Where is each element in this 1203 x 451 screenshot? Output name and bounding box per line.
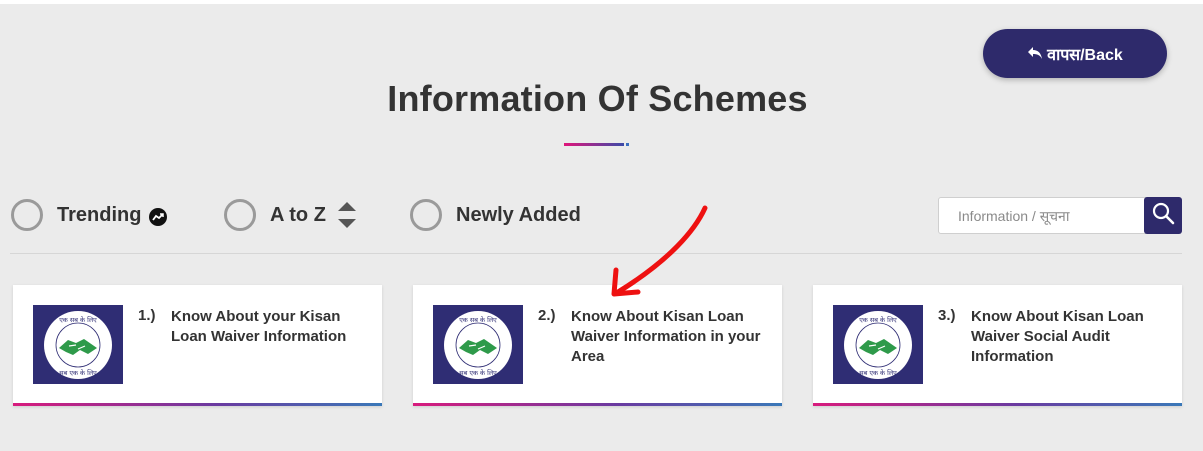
filter-newly-added-label: Newly Added (456, 203, 581, 226)
filter-divider (10, 253, 1182, 254)
filter-newly-added[interactable]: Newly Added (410, 199, 581, 231)
card-accent-bar (13, 403, 382, 406)
sort-icon[interactable] (337, 202, 356, 228)
newly-added-radio[interactable] (410, 199, 442, 231)
filter-trending-label: Trending (57, 203, 142, 226)
card-number: 2.) (538, 307, 556, 324)
scheme-card-3[interactable]: एक सब के लिए सब एक के लिए 3.) Know About… (813, 285, 1182, 406)
search-input[interactable] (938, 197, 1146, 234)
card-accent-bar (813, 403, 1182, 406)
scheme-card-1[interactable]: एक सब के लिए सब एक के लिए 1.) Know About… (13, 285, 382, 406)
card-title[interactable]: Know About Kisan Loan Waiver Information… (571, 307, 771, 367)
card-title[interactable]: Know About your Kisan Loan Waiver Inform… (171, 307, 371, 347)
a-to-z-radio[interactable] (224, 199, 256, 231)
back-arrow-icon (1027, 45, 1043, 63)
trending-icon (149, 208, 168, 226)
card-number: 3.) (938, 307, 956, 324)
search-icon (1151, 201, 1175, 230)
card-accent-bar (413, 403, 782, 406)
page-title: Information Of Schemes (387, 78, 808, 119)
logo-top-text: एक सब के लिए (459, 316, 497, 324)
card-title[interactable]: Know About Kisan Loan Waiver Social Audi… (971, 307, 1171, 367)
scheme-logo: एक सब के लिए सब एक के लिए (833, 305, 923, 384)
logo-bottom-text: सब एक के लिए (59, 369, 97, 377)
title-underline-dot (626, 143, 629, 146)
scheme-logo: एक सब के लिए सब एक के लिए (433, 305, 523, 384)
trending-radio[interactable] (11, 199, 43, 231)
sort-down-icon (337, 219, 356, 228)
filter-a-to-z[interactable]: A to Z (224, 199, 356, 231)
logo-top-text: एक सब के लिए (859, 316, 897, 324)
sort-up-icon (337, 202, 356, 211)
scheme-logo: एक सब के लिए सब एक के लिए (33, 305, 123, 384)
scheme-card-2[interactable]: एक सब के लिए सब एक के लिए 2.) Know About… (413, 285, 782, 406)
card-number: 1.) (138, 307, 156, 324)
title-underline (564, 143, 624, 146)
back-button[interactable]: वापस/Back (983, 29, 1167, 78)
search-button[interactable] (1144, 197, 1182, 234)
logo-bottom-text: सब एक के लिए (459, 369, 497, 377)
back-button-label: वापस/Back (1047, 46, 1123, 64)
logo-bottom-text: सब एक के लिए (859, 369, 897, 377)
logo-top-text: एक सब के लिए (59, 316, 97, 324)
top-strip (0, 0, 1203, 4)
filter-a-to-z-label: A to Z (270, 203, 326, 226)
filter-trending[interactable]: Trending (11, 199, 168, 231)
